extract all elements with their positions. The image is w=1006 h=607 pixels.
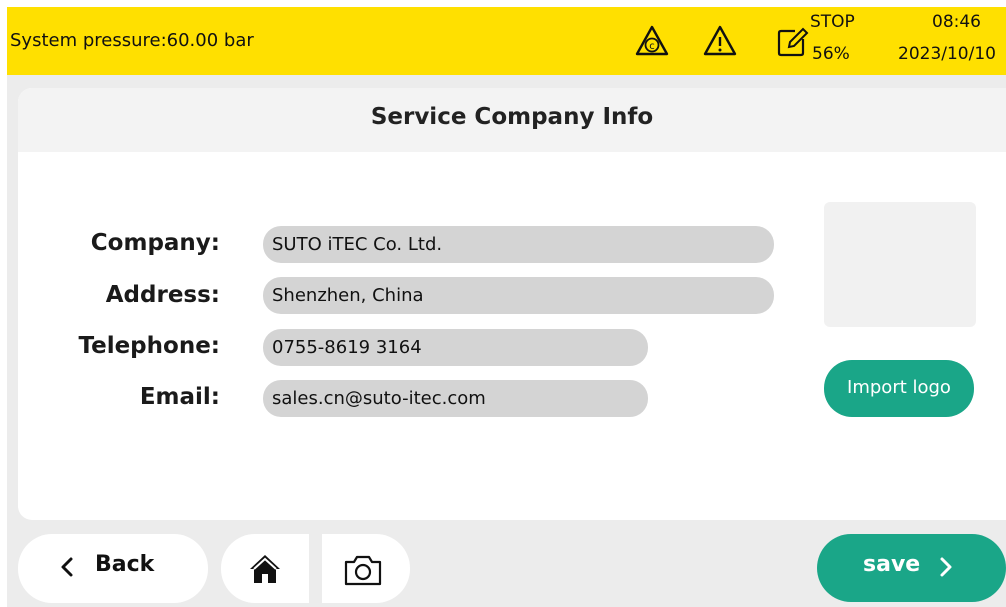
email-label: Email: [139, 384, 220, 410]
address-field[interactable]: Shenzhen, China [263, 277, 774, 314]
stop-percent: 56% [812, 44, 850, 64]
chevron-left-icon [59, 552, 75, 588]
home-button[interactable] [221, 534, 309, 603]
camera-icon [343, 553, 383, 591]
company-label: Company: [90, 230, 220, 256]
telephone-field[interactable]: 0755-8619 3164 [263, 329, 648, 366]
stop-label: STOP [810, 12, 855, 32]
system-pressure: System pressure:60.00 bar [10, 30, 254, 51]
clock-date: 2023/10/10 [898, 44, 996, 64]
logo-preview [824, 202, 976, 327]
email-field[interactable]: sales.cn@suto-itec.com [263, 380, 648, 417]
edit-note-icon[interactable] [775, 23, 811, 59]
warning-icon[interactable] [702, 23, 738, 59]
company-field[interactable]: SUTO iTEC Co. Ltd. [263, 226, 774, 263]
back-label: Back [95, 552, 155, 577]
back-button[interactable]: Back [18, 534, 208, 603]
save-button[interactable]: save [817, 534, 1006, 602]
import-logo-button[interactable]: Import logo [824, 360, 974, 417]
address-label: Address: [105, 282, 220, 308]
telephone-label: Telephone: [78, 333, 220, 359]
calibration-warning-icon[interactable]: c [634, 23, 670, 59]
home-icon [248, 552, 282, 590]
save-label: save [863, 552, 921, 577]
chevron-right-icon [938, 552, 954, 588]
clock-time: 08:46 [932, 12, 981, 32]
page-title: Service Company Info [370, 104, 654, 130]
camera-button[interactable] [322, 534, 410, 603]
svg-text:c: c [649, 41, 655, 52]
status-bar: System pressure:60.00 bar c STOP 56% 08:… [7, 7, 1006, 75]
